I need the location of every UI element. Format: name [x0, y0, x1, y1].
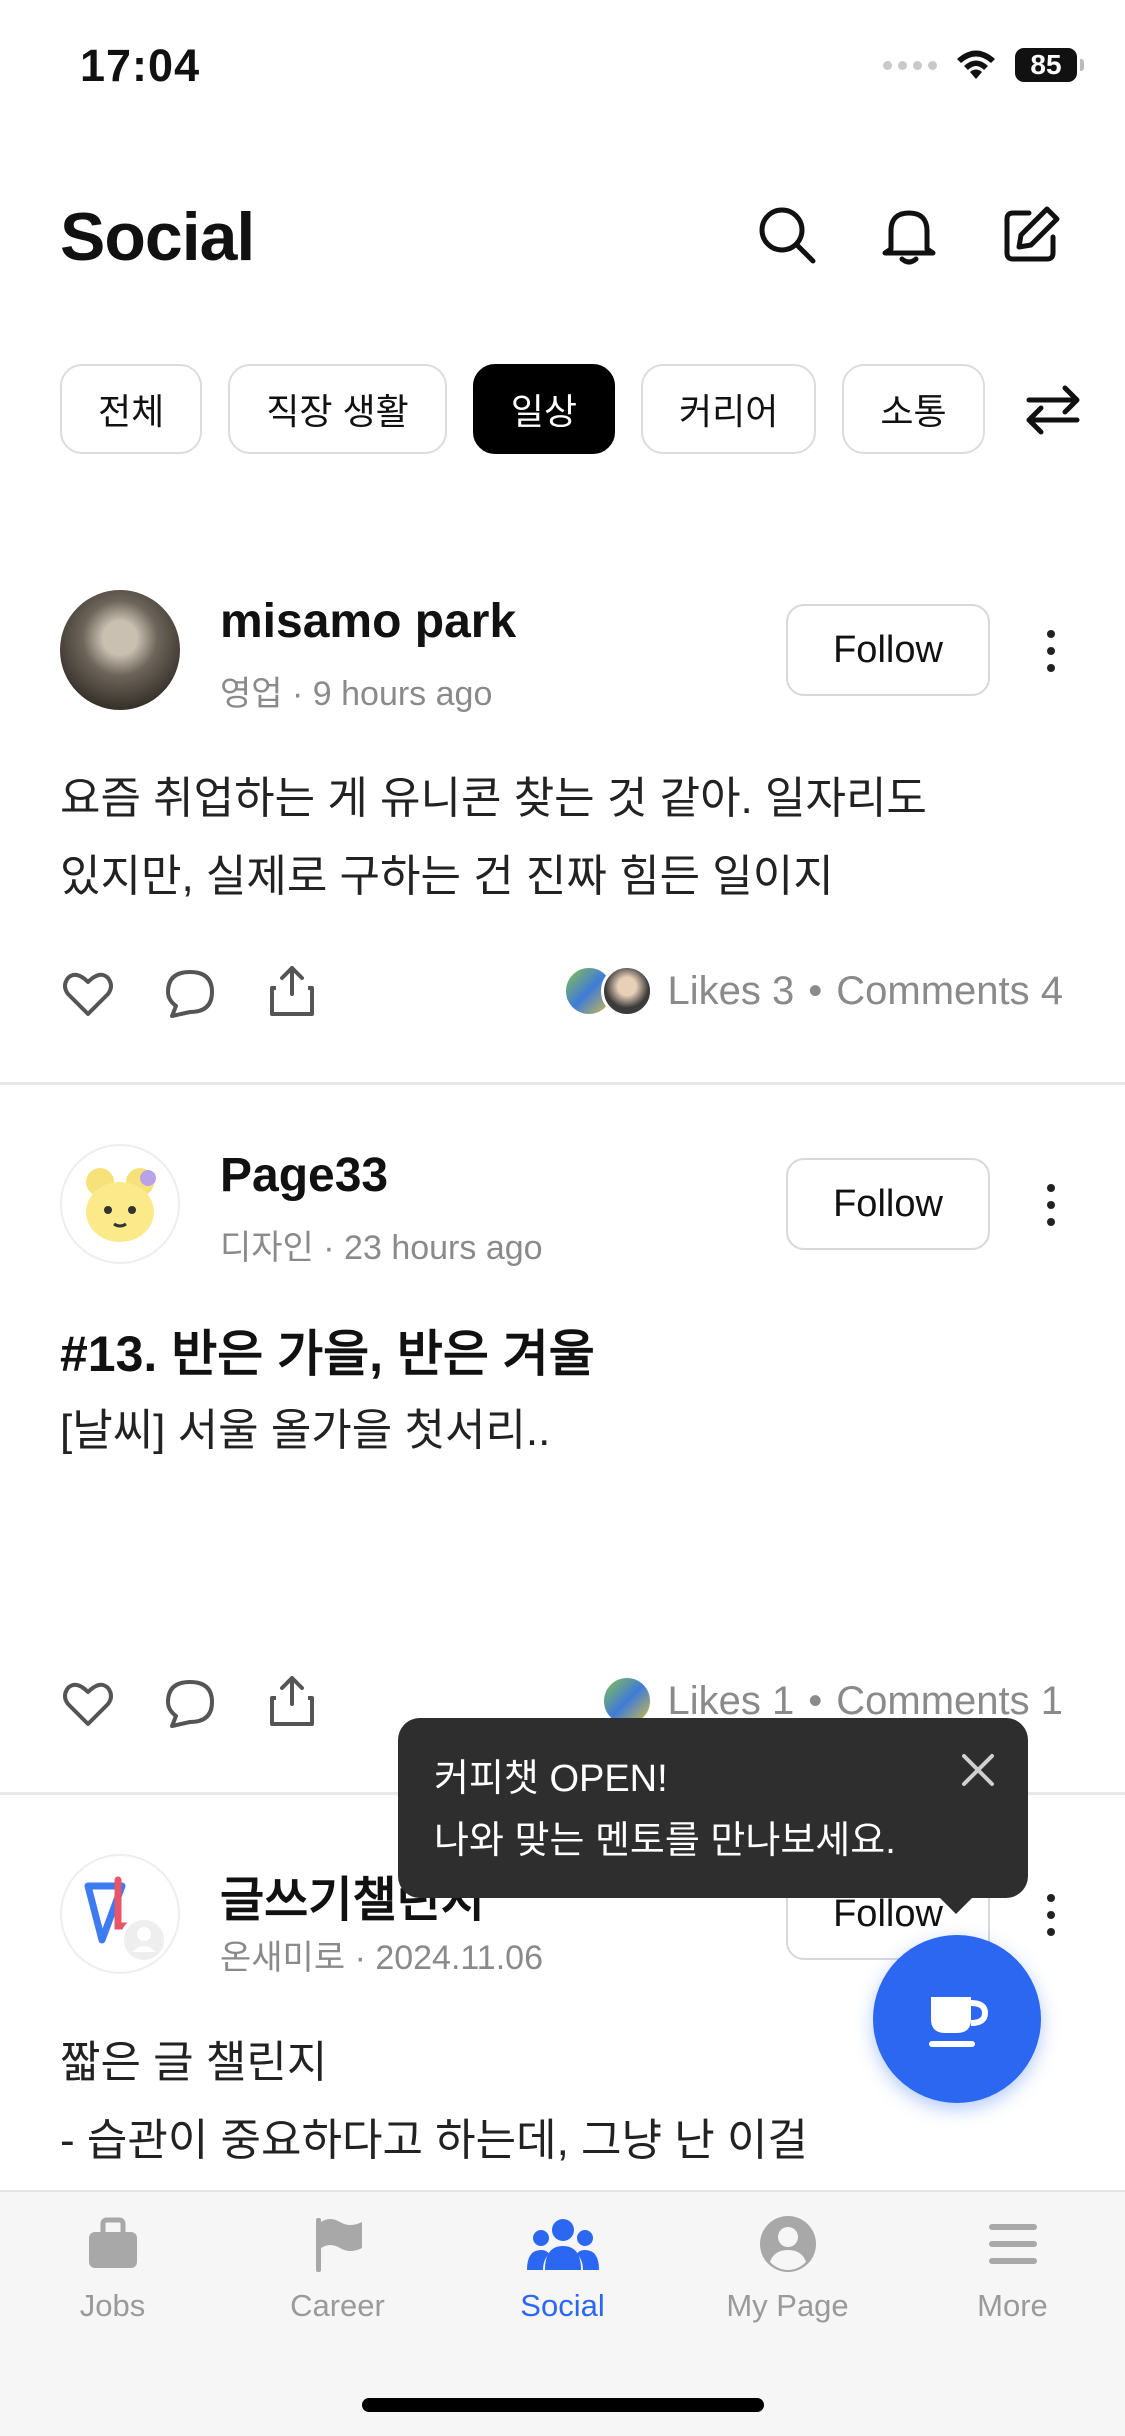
heart-icon[interactable] [60, 966, 116, 1022]
home-indicator [362, 2398, 764, 2412]
nav-label: More [977, 2288, 1048, 2323]
comment-icon[interactable] [162, 966, 218, 1022]
post-line: 요즘 취업하는 게 유니콘 찾는 것 같아. 일자리도 [60, 774, 927, 823]
nav-label: Career [290, 2288, 385, 2323]
share-icon[interactable] [264, 962, 320, 1018]
flag-icon [315, 2218, 362, 2272]
character-avatar-icon [86, 1168, 156, 1242]
post-line: 있지만, 실제로 구하는 건 진짜 힘든 일이지 [60, 852, 834, 901]
more-options-icon[interactable] [1036, 1880, 1066, 1950]
coffee-chat-button[interactable] [873, 1935, 1041, 2103]
post-body[interactable]: 짧은 글 챌린지 - 습관이 중요하다고 하는데, 그냥 난 이걸 [60, 2024, 808, 2180]
chip-communication[interactable]: 소통 [842, 364, 985, 454]
nav-career[interactable]: Career [225, 2214, 450, 2324]
post-line: 짧은 글 챌린지 [60, 2038, 328, 2087]
tooltip-message: 나와 맞는 멘토를 만나보세요. [434, 1820, 896, 1862]
nav-my-page[interactable]: My Page [675, 2214, 900, 2324]
follow-button[interactable]: Follow [786, 604, 990, 696]
battery-icon: 85 [1015, 48, 1084, 82]
edit-icon [1004, 206, 1060, 262]
liker-avatars [563, 965, 654, 1017]
briefcase-icon [88, 2217, 137, 2268]
page-title: Social [60, 199, 255, 275]
post-meta: 디자인 · 23 hours ago [220, 1229, 543, 1267]
author-name[interactable]: misamo park [220, 594, 516, 649]
post-line: - 습관이 중요하다고 하는데, 그냥 난 이걸 [60, 2116, 808, 2165]
post-body[interactable]: 요즘 취업하는 게 유니콘 찾는 것 같아. 일자리도 있지만, 실제로 구하는… [60, 760, 927, 916]
tooltip-tail [938, 1896, 974, 1914]
swap-icon[interactable] [1021, 378, 1085, 442]
status-indicators: 85 [883, 48, 1084, 82]
post-line: [날씨] 서울 올가을 첫서리.. [60, 1406, 551, 1455]
status-time: 17:04 [80, 40, 201, 91]
search-button[interactable] [752, 200, 822, 270]
author-name[interactable]: Page33 [220, 1148, 388, 1203]
chip-all[interactable]: 전체 [60, 364, 203, 454]
avatar[interactable] [60, 590, 180, 710]
nav-jobs[interactable]: Jobs [0, 2214, 225, 2324]
more-options-icon[interactable] [1036, 616, 1066, 686]
avatar[interactable] [60, 1144, 180, 1264]
follow-button[interactable]: Follow [786, 1158, 990, 1250]
likes-count: Likes 1 [667, 1678, 795, 1723]
comment-icon[interactable] [162, 1676, 218, 1732]
post-meta: 온새미로 · 2024.11.06 [220, 1939, 543, 1977]
more-options-icon[interactable] [1036, 1170, 1066, 1240]
chip-career[interactable]: 커리어 [640, 364, 817, 454]
post-stats[interactable]: Likes 3 • Comments 4 [563, 965, 1063, 1017]
heart-icon[interactable] [60, 1676, 116, 1732]
category-chips: 전체 직장 생활 일상 커리어 소통 [60, 364, 985, 454]
avatar[interactable] [60, 1854, 180, 1974]
notifications-button[interactable] [874, 200, 944, 270]
post-meta: 영업 · 9 hours ago [220, 675, 493, 713]
coffee-cup-icon [929, 1997, 989, 2047]
writing-challenge-logo-icon [84, 1876, 168, 1964]
people-icon [526, 2219, 599, 2270]
bell-icon [882, 210, 936, 265]
signal-icon [883, 60, 937, 70]
nav-more[interactable]: More [900, 2214, 1125, 2324]
wifi-icon [957, 50, 995, 79]
share-icon[interactable] [264, 1672, 320, 1728]
liker-avatar [601, 965, 654, 1017]
battery-level: 85 [1030, 49, 1062, 80]
chip-daily[interactable]: 일상 [472, 364, 615, 454]
nav-label: Social [520, 2288, 605, 2323]
tooltip-title: 커피챗 OPEN! [434, 1758, 668, 1800]
comments-count: Comments 4 [836, 968, 1063, 1013]
likes-count: Likes 3 [667, 968, 795, 1013]
comments-count: Comments 1 [836, 1678, 1063, 1723]
nav-label: My Page [726, 2288, 849, 2323]
stats-separator: • [808, 968, 823, 1013]
person-icon [759, 2216, 816, 2272]
close-icon[interactable] [956, 1748, 1000, 1792]
stats-separator: • [808, 1678, 823, 1723]
coffee-chat-tooltip[interactable]: 커피챗 OPEN! 나와 맞는 멘토를 만나보세요. [398, 1718, 1028, 1898]
nav-social[interactable]: Social [450, 2214, 675, 2324]
nav-label: Jobs [79, 2288, 146, 2323]
post-title[interactable]: #13. 반은 가을, 반은 겨울 [60, 1314, 595, 1386]
compose-button[interactable] [996, 200, 1066, 270]
post-body[interactable]: [날씨] 서울 올가을 첫서리.. [60, 1392, 550, 1470]
post-divider [0, 1082, 1125, 1085]
search-icon [759, 207, 816, 264]
chip-work-life[interactable]: 직장 생활 [228, 364, 447, 454]
menu-icon [988, 2224, 1037, 2264]
